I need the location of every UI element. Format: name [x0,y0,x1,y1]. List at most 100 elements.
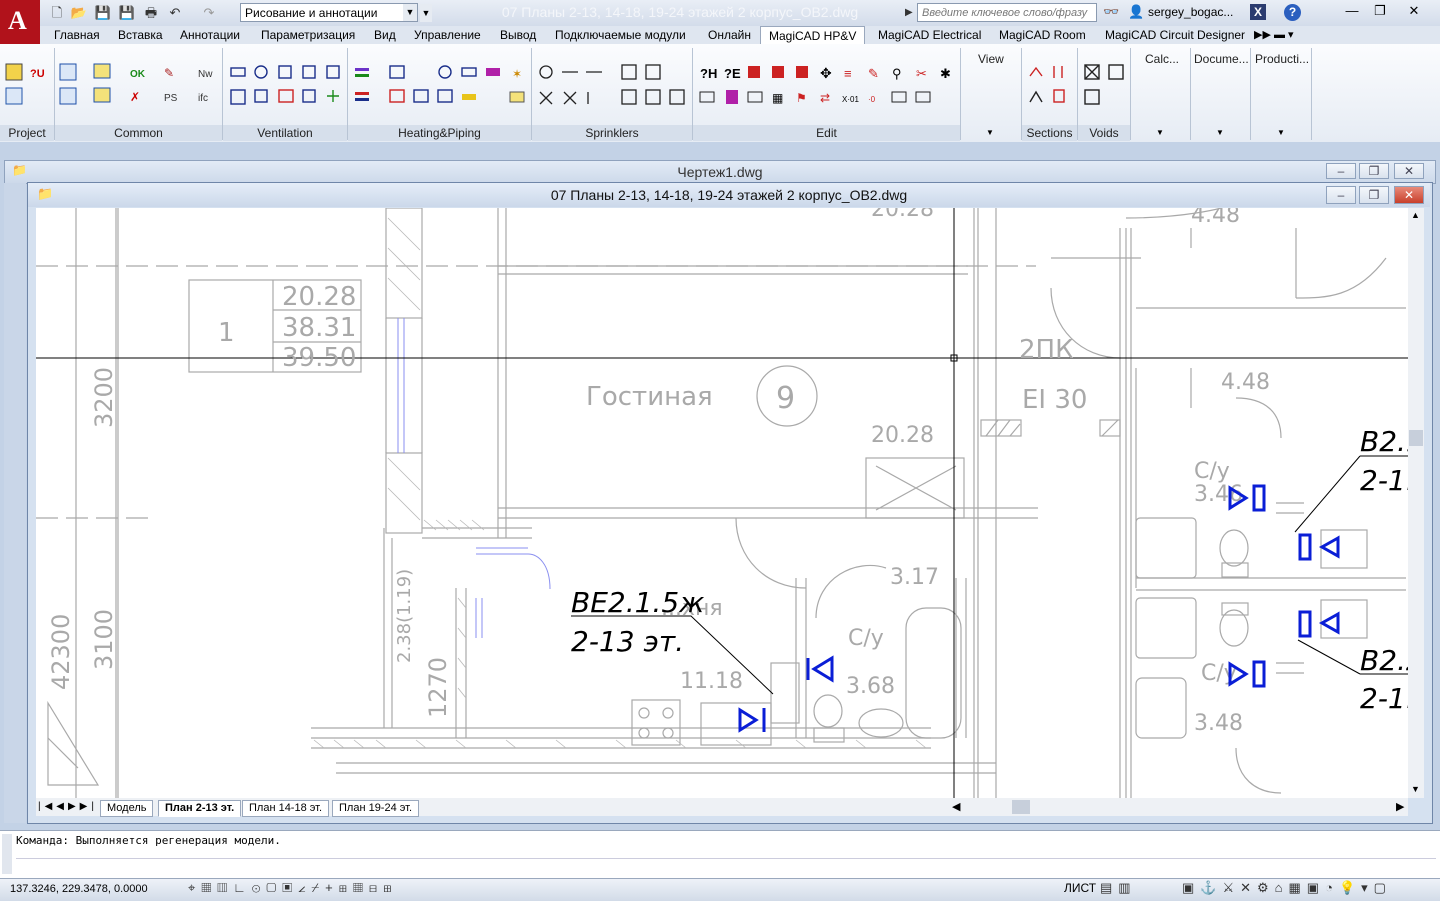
more-tabs-icon[interactable]: ▶▶ [1254,28,1271,41]
tab-annotate[interactable]: Аннотации [178,26,242,44]
save-as-icon[interactable]: 💾 [118,4,136,22]
tab-online[interactable]: Онлайн [706,26,753,44]
minimize-button[interactable]: — [1338,2,1366,20]
ribbon-dropdown-calc[interactable]: Calc... [1145,52,1179,66]
binoculars-icon[interactable]: 👓 [1103,4,1119,20]
print-icon[interactable]: 🖶 [142,4,160,22]
drawing-window-title-bar[interactable]: 07 Планы 2-13, 14-18, 19-24 этажей 2 кор… [28,183,1430,207]
tab-layout-14-18[interactable]: План 14-18 эт. [242,800,330,817]
coordinates-readout[interactable]: 137.3246, 229.3478, 0.0000 [10,883,148,895]
maximize-button[interactable]: ❐ [1359,163,1389,179]
ribbon-dropdown-production[interactable]: Producti... [1255,52,1309,66]
chevron-down-icon[interactable]: ▼ [1277,128,1285,137]
area-label: 11.18 [680,669,743,694]
tab-layout-19-24[interactable]: План 19-24 эт. [332,800,420,817]
svg-text:PS: PS [164,93,178,104]
dimension-label: 2.38(1.19) [394,569,415,663]
chevron-down-icon[interactable]: ▼ [1156,128,1164,137]
tab-view[interactable]: Вид [372,26,398,44]
undo-icon[interactable]: ↶ [166,4,184,22]
svg-text:≡: ≡ [844,66,852,81]
ventilation-tools [228,62,346,111]
close-button[interactable]: ✕ [1400,2,1428,20]
minimize-button[interactable]: – [1326,163,1356,179]
back-window-edge [4,183,26,823]
layout-nav-icons[interactable]: |◀◀▶▶| [38,801,98,812]
tab-insert[interactable]: Вставка [116,26,165,44]
drawing-canvas[interactable]: 1 20.28 38.31 39.50 Гостиная 9 2ПК EI 30… [36,208,1408,798]
chevron-down-icon[interactable]: ▼ [1216,128,1224,137]
tab-magicad-electrical[interactable]: MagiCAD Electrical [876,26,983,44]
user-name[interactable]: sergey_bogac... [1148,5,1233,19]
user-icon[interactable]: 👤 [1128,4,1144,20]
area-label: 4.48 [1191,208,1240,228]
riser-label: ВЕ2.1.5ж [571,586,704,619]
save-icon[interactable]: 💾 [94,4,112,22]
area-label: 20.28 [871,423,934,448]
svg-text:✶: ✶ [512,67,522,81]
panel-label-edit: Edit [693,125,960,141]
tab-output[interactable]: Вывод [498,26,538,44]
command-line-grip[interactable] [2,834,12,874]
restore-button[interactable]: ❐ [1366,2,1394,20]
panel-divider [1190,48,1191,140]
redo-icon[interactable]: ↷ [200,4,218,22]
svg-text:·0: ·0 [868,95,876,104]
help-icon[interactable]: ? [1284,4,1301,21]
customize-qat-icon[interactable]: ▼ [420,4,432,22]
chevron-down-icon: ▼ [403,4,417,21]
tab-manage[interactable]: Управление [412,26,483,44]
ribbon-dropdown-view[interactable]: View [978,52,1004,66]
search-expand-icon[interactable]: ▶ [905,4,917,22]
drawing-window-back[interactable]: Чертеж1.dwg [4,160,1436,184]
horizontal-scroll-thumb[interactable] [1012,800,1030,814]
tab-magicad-circuit-designer[interactable]: MagiCAD Circuit Designer [1103,26,1247,44]
space-label[interactable]: ЛИСТ [1064,881,1096,895]
scroll-thumb[interactable] [1409,430,1423,446]
svg-text:?E: ?E [724,66,741,81]
application-menu-button[interactable]: A [0,0,40,44]
new-file-icon[interactable]: 🗋 [48,4,66,22]
tab-parametric[interactable]: Параметризация [259,26,357,44]
panel-label-common: Common [55,125,222,141]
svg-text:⚑: ⚑ [796,91,807,105]
tab-magicad-hpv[interactable]: MagiCAD HP&V [760,26,866,45]
maximize-button[interactable]: ❐ [1359,186,1389,204]
ribbon-dropdown-documentation[interactable]: Docume... [1194,52,1249,66]
sprinkler-tools [536,62,686,111]
scroll-down-icon[interactable]: ▼ [1411,784,1420,794]
exchange-icon[interactable]: X [1250,4,1266,20]
tab-layout-2-13[interactable]: План 2-13 эт. [158,800,242,817]
project-tools: ?U [4,62,52,111]
scroll-up-icon[interactable]: ▲ [1411,210,1420,220]
area-label: 20.28 [871,208,934,222]
svg-text:✎: ✎ [164,66,174,80]
close-button[interactable]: ✕ [1394,163,1424,179]
panel-divider [1250,48,1251,140]
scroll-right-icon[interactable]: ▶ [1396,800,1404,813]
chevron-down-icon[interactable]: ▼ [986,128,994,137]
tab-home[interactable]: Главная [52,26,102,44]
heating-piping-tools: ✶ [352,62,530,111]
minimize-button[interactable]: – [1326,186,1356,204]
ribbon-minimize-icon[interactable]: ▬ ▾ [1274,28,1294,41]
close-button[interactable]: ✕ [1394,186,1424,204]
tab-plugins[interactable]: Подключаемые модули [553,26,688,44]
scroll-left-icon[interactable]: ◀ [952,800,960,813]
tab-model[interactable]: Модель [100,800,154,817]
riser-label: В2.2 [1360,644,1408,677]
workspace-select[interactable]: Рисование и аннотации ▼ [240,3,418,22]
open-file-icon[interactable]: 📂 [70,4,88,22]
panel-divider [960,48,961,140]
vertical-scrollbar[interactable]: ▲ ▼ [1408,208,1424,798]
drafting-toggle-icons[interactable]: ⌖▦▥∟⊙▢▣∠⌿+⊞▦⊟⊞ [188,880,397,896]
command-history: Команда: Выполняется регенерация модели. [16,834,281,847]
room-table-value: 20.28 [282,282,356,312]
search-input[interactable]: Введите ключевое слово/фразу [917,3,1097,22]
svg-text:ifc: ifc [198,93,208,104]
viewport-tools-icons[interactable]: ▣⚓⚔✕⚙⌂▦▣◔💡▾▢ [1182,880,1392,896]
riser-floors-label: 2-13 эт. [571,625,684,658]
sections-tools [1026,62,1076,111]
tab-magicad-room[interactable]: MagiCAD Room [997,26,1088,44]
layout-toggle-icons[interactable]: ▤▥ [1100,880,1137,896]
